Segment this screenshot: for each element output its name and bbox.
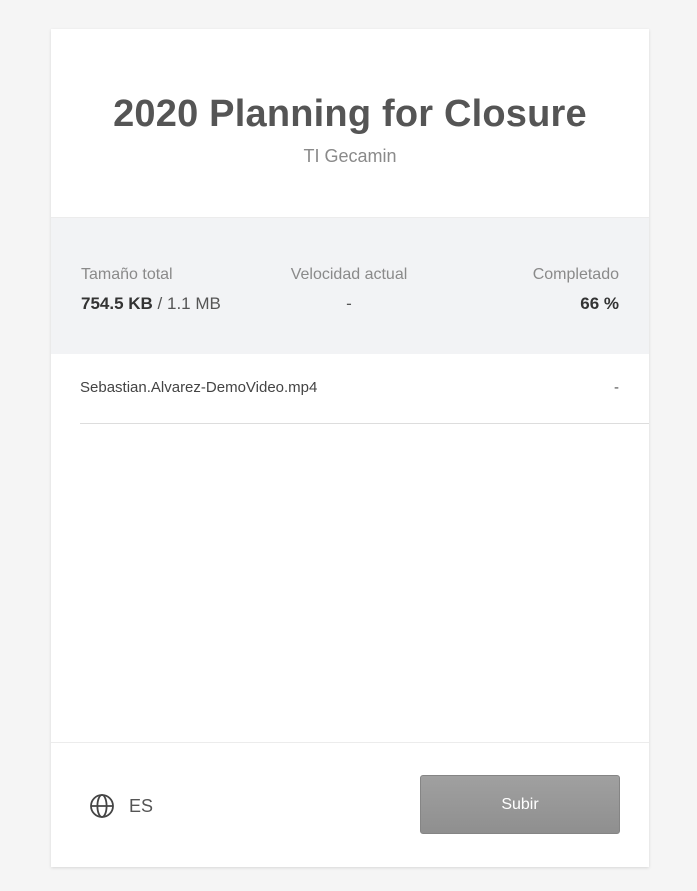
total-size: 1.1 MB xyxy=(167,294,221,313)
file-list-item: Sebastian.Alvarez-DemoVideo.mp4 - xyxy=(80,354,649,424)
upload-button[interactable]: Subir xyxy=(420,775,620,834)
page-subtitle: TI Gecamin xyxy=(303,146,397,166)
size-separator: / xyxy=(152,294,167,313)
speed-value: - xyxy=(346,294,352,313)
language-code: ES xyxy=(129,795,154,816)
completed-value: 66 % xyxy=(580,294,619,313)
uploaded-size: 754.5 KB xyxy=(81,294,153,313)
file-name: Sebastian.Alvarez-DemoVideo.mp4 xyxy=(80,379,318,396)
card-header: 2020 Planning for Closure TI Gecamin xyxy=(51,29,649,218)
total-size-label: Tamaño total xyxy=(81,266,173,283)
upload-card: 2020 Planning for Closure TI Gecamin Tam… xyxy=(51,29,649,867)
completed-label: Completado xyxy=(532,266,619,283)
speed-label: Velocidad actual xyxy=(290,266,408,283)
total-size-value: 754.5 KB / 1.1 MB xyxy=(81,294,221,314)
total-size-stat: Tamaño total 754.5 KB / 1.1 MB xyxy=(81,266,221,314)
file-status: - xyxy=(614,379,619,396)
language-selector[interactable]: ES xyxy=(89,793,153,819)
completed-stat: Completado 66 % xyxy=(533,266,619,314)
globe-icon xyxy=(89,793,115,819)
page-title: 2020 Planning for Closure xyxy=(113,93,587,135)
speed-stat: Velocidad actual - xyxy=(275,266,423,314)
card-footer: ES Subir xyxy=(51,742,649,867)
upload-stats: Tamaño total 754.5 KB / 1.1 MB Velocidad… xyxy=(51,218,649,354)
